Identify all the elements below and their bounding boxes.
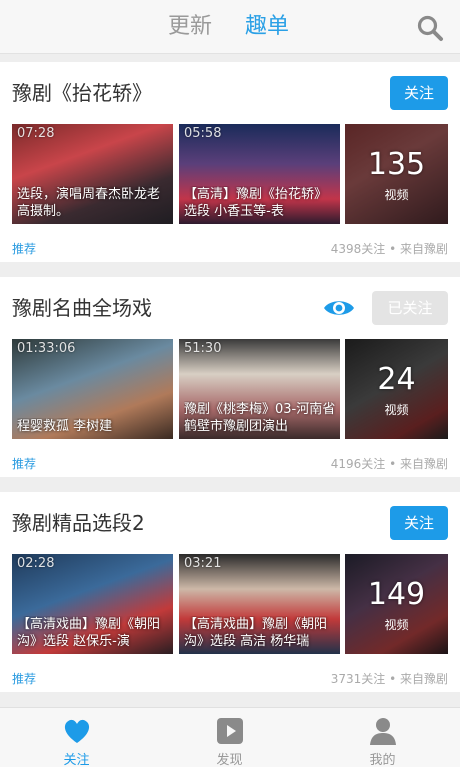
search-icon[interactable] <box>416 14 444 42</box>
play-icon <box>217 718 243 744</box>
recommend-tag: 推荐 <box>12 457 37 471</box>
playlist-card[interactable]: 豫剧名曲全场戏 已关注 01:33:06 程婴救孤 李树建 51:30 豫剧《桃… <box>0 277 460 477</box>
nav-label: 关注 <box>63 753 90 767</box>
follow-button[interactable]: 关注 <box>390 506 448 540</box>
playlist-count-thumbnail[interactable]: 149 视频 <box>345 554 448 654</box>
video-thumbnail[interactable]: 07:28 选段，演唱周春杰卧龙老高摄制。 <box>12 124 173 224</box>
followed-button[interactable]: 已关注 <box>372 291 448 325</box>
eye-icon <box>324 301 354 315</box>
card-title[interactable]: 豫剧《抬花轿》 <box>12 80 152 106</box>
video-caption: 【高清戏曲】豫剧《朝阳沟》选段 高洁 杨华瑞 <box>184 617 328 649</box>
video-duration: 02:28 <box>17 556 55 571</box>
video-caption: 【高清】豫剧《抬花轿》选段 小香玉等-表 <box>184 187 328 219</box>
playlist-card[interactable]: 豫剧《抬花轿》 关注 07:28 选段，演唱周春杰卧龙老高摄制。 05:58 【… <box>0 62 460 262</box>
follow-button[interactable]: 关注 <box>390 76 448 110</box>
video-duration: 01:33:06 <box>17 341 76 356</box>
video-caption: 选段，演唱周春杰卧龙老高摄制。 <box>17 187 161 219</box>
playlist-count-thumbnail[interactable]: 135 视频 <box>345 124 448 224</box>
card-title[interactable]: 豫剧名曲全场戏 <box>12 295 152 321</box>
video-count: 135 <box>367 147 426 182</box>
nav-label: 我的 <box>369 753 396 767</box>
nav-label: 发现 <box>216 753 243 767</box>
follow-meta: 3731关注 • 来自豫剧 <box>330 672 448 686</box>
recommend-tag: 推荐 <box>12 242 37 256</box>
user-icon <box>370 718 396 745</box>
video-duration: 03:21 <box>184 556 222 571</box>
follow-meta: 4398关注 • 来自豫剧 <box>330 242 448 256</box>
video-duration: 51:30 <box>184 341 222 356</box>
video-thumbnail[interactable]: 05:58 【高清】豫剧《抬花轿》选段 小香玉等-表 <box>179 124 340 224</box>
video-count-unit: 视频 <box>384 618 409 632</box>
nav-mine[interactable]: 我的 <box>306 708 459 767</box>
video-count: 149 <box>367 577 426 612</box>
video-duration: 05:58 <box>184 126 222 141</box>
recommend-tag: 推荐 <box>12 672 37 686</box>
video-caption: 程婴救孤 李树建 <box>17 419 113 434</box>
video-caption: 豫剧《桃李梅》03-河南省鹤壁市豫剧团演出 <box>184 402 336 434</box>
top-bar: 更新 趣单 <box>0 0 460 54</box>
video-caption: 【高清戏曲】豫剧《朝阳沟》选段 赵保乐-演 <box>17 617 161 649</box>
video-thumbnail[interactable]: 01:33:06 程婴救孤 李树建 <box>12 339 173 439</box>
playlist-card[interactable]: 豫剧精品选段2 关注 02:28 【高清戏曲】豫剧《朝阳沟》选段 赵保乐-演 0… <box>0 492 460 692</box>
card-title[interactable]: 豫剧精品选段2 <box>12 510 145 536</box>
video-count: 24 <box>377 362 416 397</box>
video-thumbnail[interactable]: 03:21 【高清戏曲】豫剧《朝阳沟》选段 高洁 杨华瑞 <box>179 554 340 654</box>
video-duration: 07:28 <box>17 126 55 141</box>
video-count-unit: 视频 <box>384 188 409 202</box>
playlist-count-thumbnail[interactable]: 24 视频 <box>345 339 448 439</box>
heart-icon <box>64 719 90 743</box>
video-thumbnail[interactable]: 02:28 【高清戏曲】豫剧《朝阳沟》选段 赵保乐-演 <box>12 554 173 654</box>
bottom-nav: 关注 发现 我的 <box>0 707 460 767</box>
follow-meta: 4196关注 • 来自豫剧 <box>330 457 448 471</box>
video-count-unit: 视频 <box>384 403 409 417</box>
nav-follow[interactable]: 关注 <box>0 708 153 767</box>
tab-updates[interactable]: 更新 <box>168 12 212 42</box>
nav-discover[interactable]: 发现 <box>153 708 306 767</box>
tab-lists[interactable]: 趣单 <box>245 12 289 42</box>
video-thumbnail[interactable]: 51:30 豫剧《桃李梅》03-河南省鹤壁市豫剧团演出 <box>179 339 340 439</box>
